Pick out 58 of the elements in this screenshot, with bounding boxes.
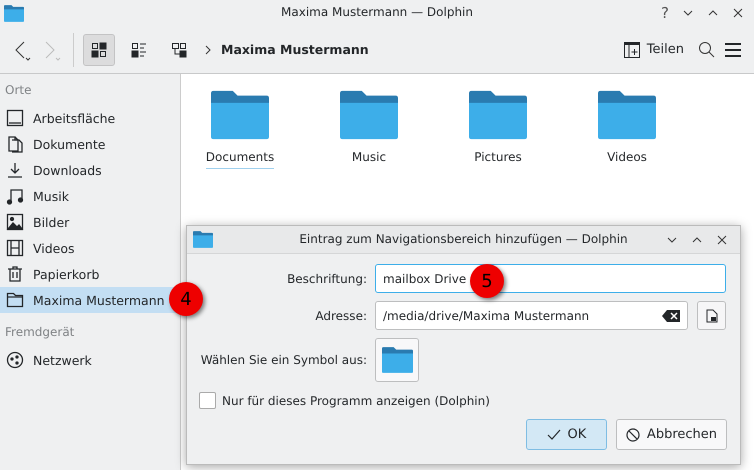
close-icon[interactable] — [716, 234, 728, 246]
window-title: Maxima Mustermann — Dolphin — [281, 5, 473, 19]
cancel-icon — [626, 428, 640, 442]
network-icon — [6, 351, 24, 369]
section-heading: Fremdgerät — [4, 324, 76, 341]
checkbox-label: Nur für dieses Programm anzeigen (Dolphin) — [222, 394, 490, 408]
icon-view-button[interactable] — [83, 34, 115, 66]
dialog-title: Eintrag zum Navigationsbereich hinzufügen — Dolphin — [299, 232, 628, 246]
sidebar-item[interactable]: Videos — [0, 235, 180, 261]
grid-icon — [91, 42, 107, 58]
clear-icon[interactable] — [662, 310, 680, 322]
sidebar-item[interactable]: Bilder — [0, 209, 180, 235]
sidebar-item[interactable]: Musik — [0, 183, 180, 209]
file-icon — [706, 308, 718, 322]
folder-name[interactable]: Pictures — [474, 150, 522, 169]
folder-icon — [211, 90, 269, 140]
browse-button[interactable] — [697, 301, 726, 330]
list-icon — [131, 42, 147, 58]
icon-picker-button[interactable] — [375, 338, 419, 382]
folder-name[interactable]: Documents — [206, 150, 274, 169]
folder-name[interactable]: Videos — [607, 150, 647, 169]
trash-icon — [6, 265, 24, 283]
monitor-icon — [6, 109, 24, 127]
music-note-icon — [6, 187, 24, 205]
sidebar-item[interactable]: Arbeitsfläche — [0, 105, 180, 131]
folder-icon — [382, 347, 412, 373]
ok-button[interactable]: OK — [526, 419, 607, 450]
split-view-icon — [624, 42, 640, 58]
checkbox[interactable] — [199, 392, 216, 409]
sidebar-item[interactable]: Dokumente — [0, 131, 180, 157]
folder-icon — [469, 90, 527, 140]
menu-icon[interactable] — [724, 40, 742, 58]
cancel-button[interactable]: Abbrechen — [616, 419, 727, 450]
image-icon — [6, 213, 24, 231]
document-icon — [6, 135, 24, 153]
download-icon — [6, 161, 24, 179]
section-heading: Orte — [4, 82, 32, 99]
folder-name[interactable]: Music — [352, 150, 386, 169]
folder-icon — [598, 90, 656, 140]
help-button[interactable]: ? — [661, 4, 669, 22]
field-label: Beschriftung: — [286, 272, 367, 286]
share-button[interactable]: Teilen — [618, 42, 690, 58]
sidebar-item[interactable]: Downloads — [0, 157, 180, 183]
sidebar-item[interactable]: Netzwerk — [0, 347, 180, 373]
app-icon — [193, 231, 213, 248]
field-label: Wählen Sie ein Symbol aus: — [200, 353, 367, 367]
folder-icon — [340, 90, 398, 140]
field-label: Adresse: — [314, 308, 367, 322]
search-icon[interactable] — [698, 40, 716, 58]
chevron-icon — [203, 44, 213, 56]
breadcrumb-item[interactable]: Maxima Mustermann — [221, 42, 369, 57]
tree-icon — [171, 42, 187, 58]
folder-icon — [6, 291, 24, 309]
address-input-field[interactable]: /media/drive/Maxima Mustermann — [375, 301, 688, 330]
checkmark-icon — [546, 428, 561, 442]
close-icon[interactable] — [732, 7, 744, 19]
app-icon — [4, 4, 24, 22]
film-icon — [6, 239, 24, 257]
